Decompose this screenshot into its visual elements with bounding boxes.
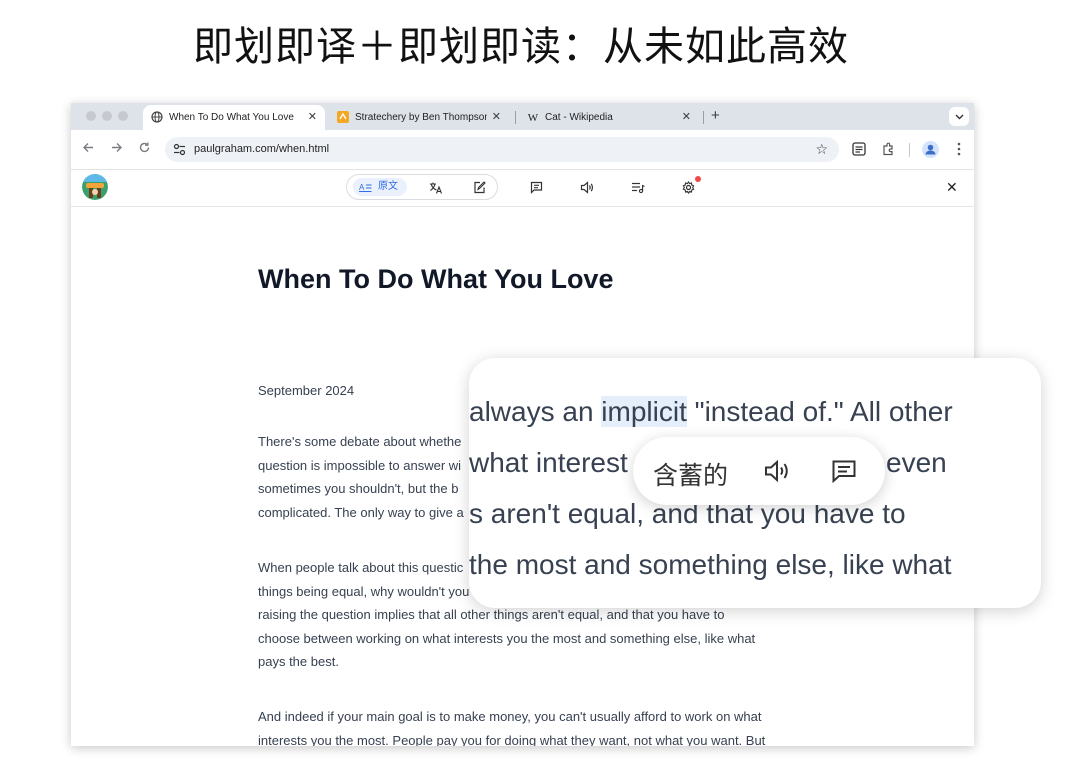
- svg-text:A: A: [359, 183, 365, 192]
- magnified-selection-callout: always an implicit "instead of." All oth…: [469, 358, 1041, 608]
- zoom-line-1: always an implicit "instead of." All oth…: [469, 396, 953, 428]
- tab-cat-wikipedia[interactable]: W Cat - Wikipedia ✕: [519, 105, 699, 130]
- toolbar-divider: [909, 143, 910, 157]
- tab-close-icon[interactable]: ✕: [682, 110, 691, 123]
- tab-title: Stratechery by Ben Thompson: [355, 112, 487, 123]
- tab-search-button[interactable]: [949, 107, 969, 126]
- bookmark-star-icon[interactable]: ☆: [815, 141, 828, 158]
- text-line: complicated. The only way to give a: [258, 504, 464, 520]
- article-date: September 2024: [258, 383, 355, 398]
- notification-dot: [695, 176, 701, 182]
- text-line: question is impossible to answer wi: [258, 457, 462, 473]
- site-settings-icon[interactable]: [173, 143, 186, 156]
- translate-icon[interactable]: [429, 181, 442, 194]
- text-line: pays the best.: [258, 654, 339, 669]
- reader-toolbar: A 原文 ✕: [71, 170, 974, 207]
- tab-separator: [703, 111, 704, 124]
- promo-headline: 即划即译＋即划即读：从未如此高效: [193, 24, 849, 70]
- text-line: There's some debate about whethe: [258, 434, 462, 449]
- paragraph-1: There's some debate about whethe questio…: [258, 430, 464, 524]
- window-close-light[interactable]: [86, 111, 96, 121]
- svg-text:W: W: [528, 112, 539, 123]
- comment-icon[interactable]: [831, 459, 857, 483]
- reader-extension-icon[interactable]: [852, 142, 866, 156]
- tab-when-to-do-what-you-love[interactable]: When To Do What You Love ✕: [143, 105, 325, 130]
- reload-icon[interactable]: [138, 141, 151, 154]
- text-line: And indeed if your main goal is to make …: [258, 709, 762, 724]
- tab-stratechery[interactable]: Stratechery by Ben Thompson ✕: [329, 105, 509, 130]
- text-line: interests you the most. People pay you f…: [258, 732, 766, 747]
- playlist-audio-icon[interactable]: [631, 181, 645, 194]
- tab-close-icon[interactable]: ✕: [308, 110, 317, 123]
- edit-note-icon[interactable]: [473, 181, 486, 194]
- tab-separator: [515, 111, 516, 124]
- tab-close-icon[interactable]: ✕: [492, 110, 501, 123]
- chevron-down-icon: [955, 114, 963, 120]
- window-minimize-light[interactable]: [102, 111, 112, 121]
- new-tab-button[interactable]: +: [711, 107, 720, 124]
- text-line: sometimes you shouldn't, but the b: [258, 481, 459, 496]
- comment-icon[interactable]: [530, 181, 543, 194]
- stratechery-favicon: [337, 111, 349, 123]
- zoom-text: always an: [469, 396, 602, 427]
- text-line: choose between working on what interests…: [258, 630, 756, 646]
- original-text-label: 原文: [378, 181, 398, 192]
- tab-title: When To Do What You Love: [169, 112, 294, 123]
- back-arrow-icon[interactable]: [82, 141, 95, 154]
- original-text-icon: A: [359, 183, 372, 192]
- extension-logo-avatar[interactable]: [82, 174, 108, 200]
- wikipedia-favicon: W: [528, 112, 539, 123]
- reading-mode-pill: A 原文: [346, 174, 498, 200]
- zoom-line-2-right: even: [886, 447, 947, 478]
- translation-tooltip: 含蓄的: [633, 437, 885, 505]
- url-text[interactable]: paulgraham.com/when.html: [194, 143, 329, 155]
- article-title: When To Do What You Love: [258, 264, 614, 294]
- window-zoom-light[interactable]: [118, 111, 128, 121]
- paragraph-3: And indeed if your main goal is to make …: [258, 705, 765, 746]
- translation-text: 含蓄的: [653, 461, 729, 490]
- selected-word-implicit[interactable]: implicit: [601, 396, 687, 427]
- forward-arrow-icon[interactable]: [110, 141, 123, 154]
- more-menu-icon[interactable]: [957, 142, 961, 156]
- close-reader-icon[interactable]: ✕: [946, 179, 958, 196]
- globe-icon: [151, 111, 163, 123]
- profile-avatar-icon[interactable]: [922, 141, 939, 158]
- address-toolbar: paulgraham.com/when.html ☆: [71, 130, 974, 170]
- tab-title: Cat - Wikipedia: [545, 112, 613, 123]
- speaker-icon[interactable]: [764, 459, 792, 483]
- tab-strip: When To Do What You Love ✕ Stratechery b…: [71, 103, 974, 130]
- extensions-puzzle-icon[interactable]: [881, 142, 895, 156]
- zoom-line-2-left: what interest: [469, 447, 628, 478]
- omnibox[interactable]: paulgraham.com/when.html ☆: [165, 137, 839, 162]
- gear-icon[interactable]: [682, 181, 695, 194]
- zoom-text: "instead of." All other: [686, 396, 953, 427]
- zoom-line-4: the most and something else, like what: [469, 549, 952, 580]
- original-text-toggle[interactable]: A 原文: [353, 178, 407, 196]
- speaker-icon[interactable]: [580, 181, 594, 194]
